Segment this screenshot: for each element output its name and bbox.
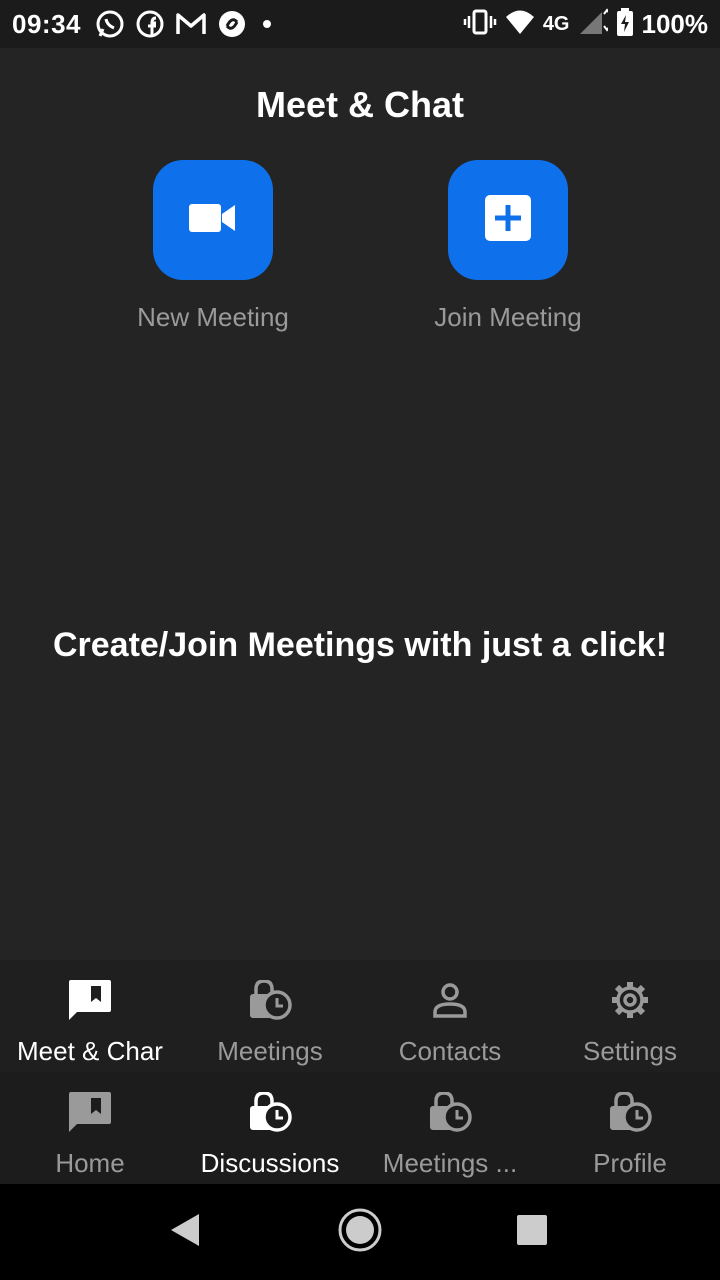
lock-clock-icon [248, 978, 292, 1022]
tab-home[interactable]: Home [0, 1072, 180, 1184]
wifi-icon [505, 8, 535, 41]
join-meeting-button[interactable] [448, 160, 568, 280]
status-time: 09:34 [12, 8, 81, 39]
tab-label: Settings [583, 1036, 677, 1066]
plus-square-icon [485, 194, 531, 246]
tab-label: Home [55, 1148, 125, 1178]
back-button[interactable] [145, 1184, 225, 1280]
tab-label: Meet & Char [17, 1036, 163, 1066]
join-meeting-action[interactable]: Join Meeting [388, 160, 628, 333]
gmail-icon [175, 9, 207, 39]
chat-bookmark-icon [69, 978, 111, 1022]
join-meeting-label: Join Meeting [434, 302, 582, 332]
chat-bookmark-icon [69, 1090, 111, 1134]
vibrate-icon [463, 8, 497, 41]
tab-meet-and-chat[interactable]: Meet & Char [0, 960, 180, 1072]
lock-clock-icon [248, 1090, 292, 1134]
status-bar: 09:34 4G 100% [0, 0, 720, 48]
home-circle-icon [337, 1207, 383, 1258]
tab-label: Meetings ... [382, 1148, 518, 1178]
tab-settings[interactable]: Settings [540, 960, 720, 1072]
tab-label: Contacts [398, 1036, 502, 1066]
battery-charging-icon [616, 7, 634, 42]
tagline: Create/Join Meetings with just a click! [52, 626, 668, 664]
recents-button[interactable] [492, 1184, 572, 1280]
tab-label: Discussions [200, 1148, 340, 1178]
tab-label: Profile [593, 1148, 667, 1178]
video-camera-icon [189, 202, 237, 239]
signal-icon [578, 7, 611, 41]
home-button[interactable] [320, 1184, 400, 1280]
system-navigation-bar [0, 1184, 720, 1280]
tab-profile[interactable]: Profile [540, 1072, 720, 1184]
back-triangle-icon [169, 1213, 201, 1252]
new-meeting-button[interactable] [153, 160, 273, 280]
tab-meetings-more[interactable]: Meetings ... [360, 1072, 540, 1184]
tab-discussions[interactable]: Discussions [180, 1072, 360, 1184]
recents-square-icon [516, 1214, 548, 1251]
lock-clock-icon [608, 1090, 652, 1134]
new-meeting-action[interactable]: New Meeting [93, 160, 333, 333]
battery-percent: 100% [641, 8, 709, 39]
lock-clock-icon [428, 1090, 472, 1134]
sync-app-icon [217, 9, 247, 39]
tab-label: Meetings [217, 1036, 323, 1066]
new-meeting-label: New Meeting [137, 302, 289, 332]
facebook-icon [135, 9, 165, 39]
person-icon [432, 978, 468, 1022]
whatsapp-icon [95, 9, 125, 39]
gear-icon [610, 978, 650, 1022]
notification-dot-icon [257, 9, 277, 39]
secondary-tab-bar: Home Discussions Meetings ... Profile [0, 1072, 720, 1184]
network-type: 4G [542, 12, 570, 35]
tab-meetings[interactable]: Meetings [180, 960, 360, 1072]
tab-contacts[interactable]: Contacts [360, 960, 540, 1072]
primary-tab-bar: Meet & Char Meetings Contacts Settings [0, 960, 720, 1072]
page-title: Meet & Chat [255, 84, 465, 125]
